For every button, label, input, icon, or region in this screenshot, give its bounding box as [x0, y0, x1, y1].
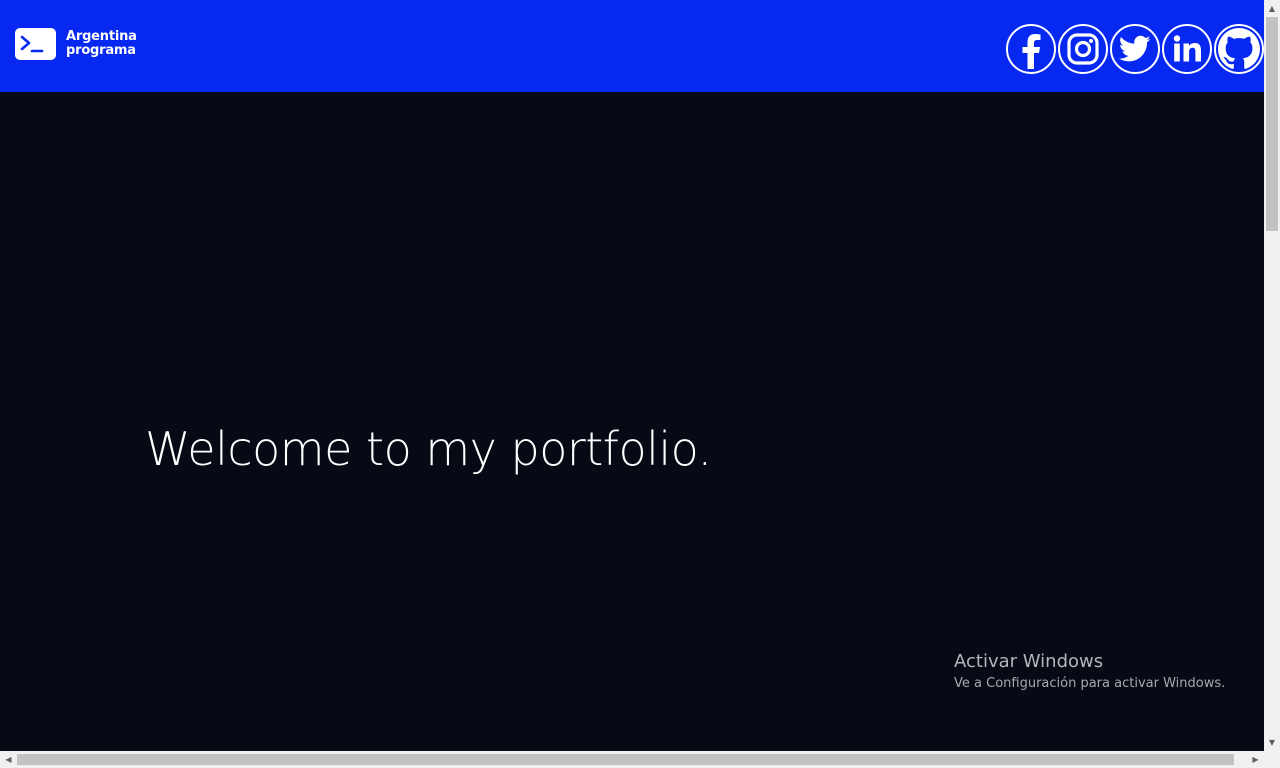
- social-links: [1004, 24, 1264, 74]
- github-icon: [1218, 28, 1260, 69]
- facebook-link[interactable]: [1006, 24, 1056, 74]
- linkedin-icon: [1173, 35, 1201, 62]
- instagram-link[interactable]: [1058, 24, 1108, 74]
- instagram-icon: [1067, 33, 1099, 65]
- facebook-icon: [1022, 34, 1041, 69]
- linkedin-link[interactable]: [1162, 24, 1212, 74]
- hero-title: Welcome to my portfolio.: [145, 422, 712, 476]
- watermark-subtitle: Ve a Configuración para activar Windows.: [954, 676, 1226, 691]
- header: Argentina programa: [0, 0, 1264, 92]
- page: Argentina programa Welcome to my portfol…: [0, 0, 1264, 751]
- logo-line2: programa: [66, 43, 136, 58]
- logo-line1: Argentina: [66, 29, 137, 44]
- logo[interactable]: Argentina programa: [15, 28, 137, 60]
- terminal-icon: [15, 28, 56, 60]
- twitter-link[interactable]: [1110, 24, 1160, 74]
- horizontal-scroll-thumb[interactable]: [17, 754, 1234, 765]
- vertical-scrollbar[interactable]: ▲ ▼: [1264, 0, 1280, 751]
- scroll-right-arrow-icon[interactable]: ▶: [1247, 751, 1264, 768]
- github-link[interactable]: [1214, 24, 1264, 74]
- scrollbar-corner: [1264, 751, 1280, 768]
- horizontal-scrollbar[interactable]: ◀ ▶: [0, 751, 1264, 768]
- scroll-left-arrow-icon[interactable]: ◀: [0, 751, 17, 768]
- scroll-down-arrow-icon[interactable]: ▼: [1264, 734, 1280, 751]
- scroll-up-arrow-icon[interactable]: ▲: [1264, 0, 1280, 17]
- windows-activation-watermark: Activar Windows Ve a Configuración para …: [954, 651, 1225, 691]
- watermark-title: Activar Windows: [954, 651, 1104, 672]
- twitter-icon: [1119, 35, 1151, 62]
- logo-text: Argentina programa: [66, 30, 137, 58]
- vertical-scroll-thumb[interactable]: [1266, 17, 1278, 231]
